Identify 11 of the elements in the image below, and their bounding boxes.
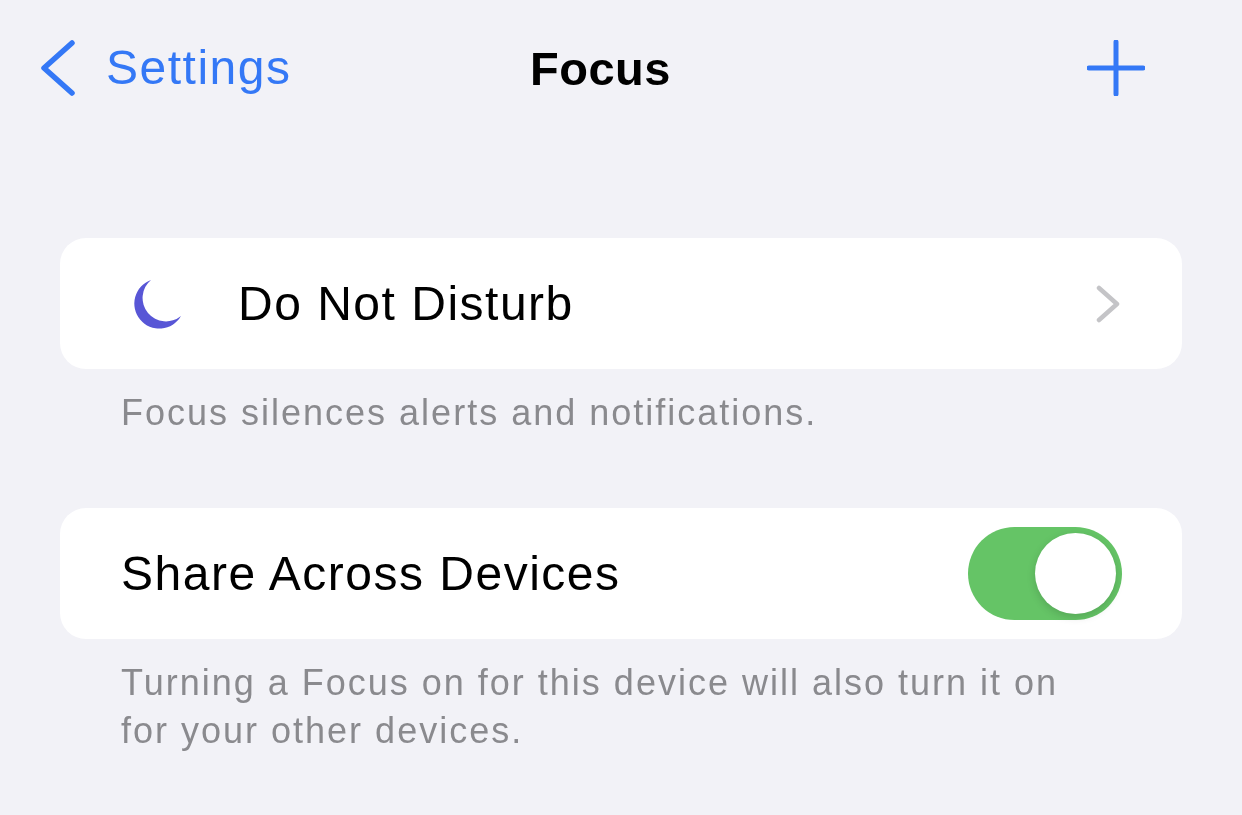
focus-mode-row[interactable]: Do Not Disturb: [60, 238, 1182, 369]
row-label: Do Not Disturb: [238, 276, 575, 331]
plus-icon: [1087, 40, 1145, 96]
add-button[interactable]: [1087, 40, 1145, 96]
page-title: Focus: [530, 40, 671, 96]
section-footer: Focus silences alerts and notifications.: [60, 389, 1081, 437]
row-label: Share Across Devices: [121, 546, 622, 601]
back-button[interactable]: Settings: [40, 40, 292, 96]
chevron-left-icon: [40, 40, 76, 96]
chevron-right-icon: [1096, 284, 1120, 323]
section-footer: Turning a Focus on for this device will also turn it on for your other devices.: [60, 659, 1081, 755]
